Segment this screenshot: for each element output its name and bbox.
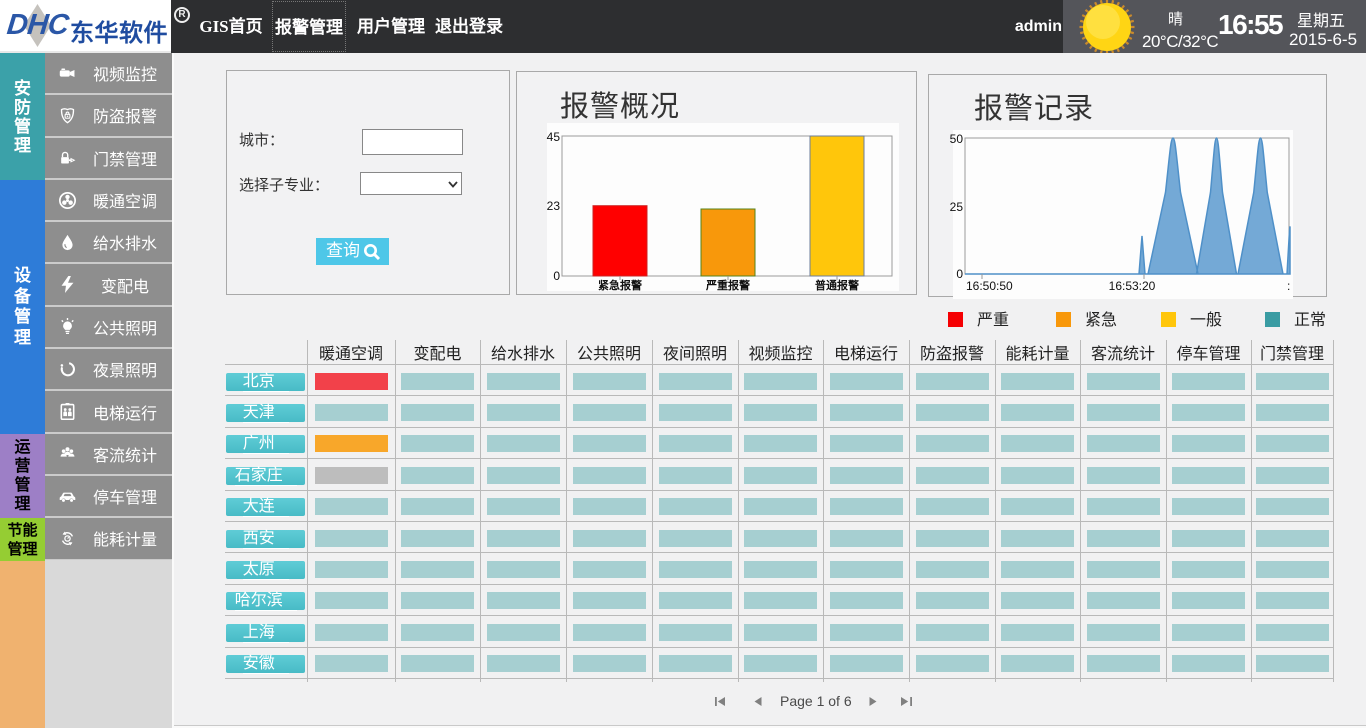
- svg-text:50: 50: [950, 132, 964, 146]
- svg-text:普通报警: 普通报警: [815, 278, 859, 292]
- svg-text:严重报警: 严重报警: [705, 278, 750, 292]
- svg-text:16:53:20: 16:53:20: [1109, 279, 1156, 293]
- svg-text:0: 0: [553, 269, 560, 283]
- svg-text:16:50:50: 16:50:50: [966, 279, 1013, 293]
- svg-text:0: 0: [956, 267, 963, 281]
- svg-text:23: 23: [547, 199, 561, 213]
- svg-text::: :: [1287, 279, 1290, 293]
- svg-text:45: 45: [547, 130, 561, 144]
- svg-text:紧急报警: 紧急报警: [598, 278, 642, 292]
- svg-text:25: 25: [950, 200, 964, 214]
